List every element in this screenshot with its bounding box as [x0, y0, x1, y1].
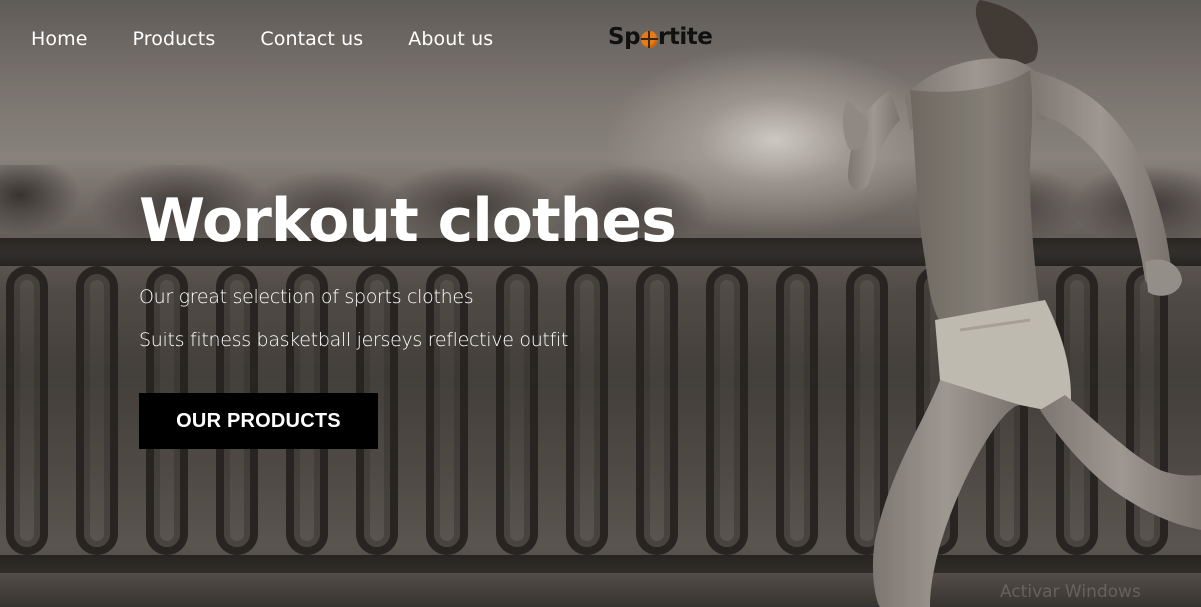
- nav-item-about[interactable]: About us: [408, 28, 493, 50]
- nav-item-products[interactable]: Products: [133, 28, 216, 50]
- main-nav: Home Products Contact us About us: [31, 28, 493, 50]
- brand-logo[interactable]: Sp rtite: [608, 24, 713, 50]
- nav-item-contact[interactable]: Contact us: [260, 28, 363, 50]
- logo-text-suffix: rtite: [658, 24, 713, 50]
- our-products-button[interactable]: OUR PRODUCTS: [139, 393, 378, 449]
- hero-subtitle-line-1: Our great selection of sports clothes: [139, 286, 474, 308]
- nav-item-home[interactable]: Home: [31, 28, 88, 50]
- logo-text-prefix: Sp: [608, 24, 641, 50]
- hero-title: Workout clothes: [139, 186, 677, 256]
- hero-section: Home Products Contact us About us Sp rtit…: [0, 0, 1201, 607]
- hero-subtitle-line-2: Suits fitness basketball jerseys reflect…: [139, 329, 569, 351]
- os-activation-watermark: Activar Windows: [1000, 582, 1141, 602]
- basketball-icon: [641, 30, 659, 48]
